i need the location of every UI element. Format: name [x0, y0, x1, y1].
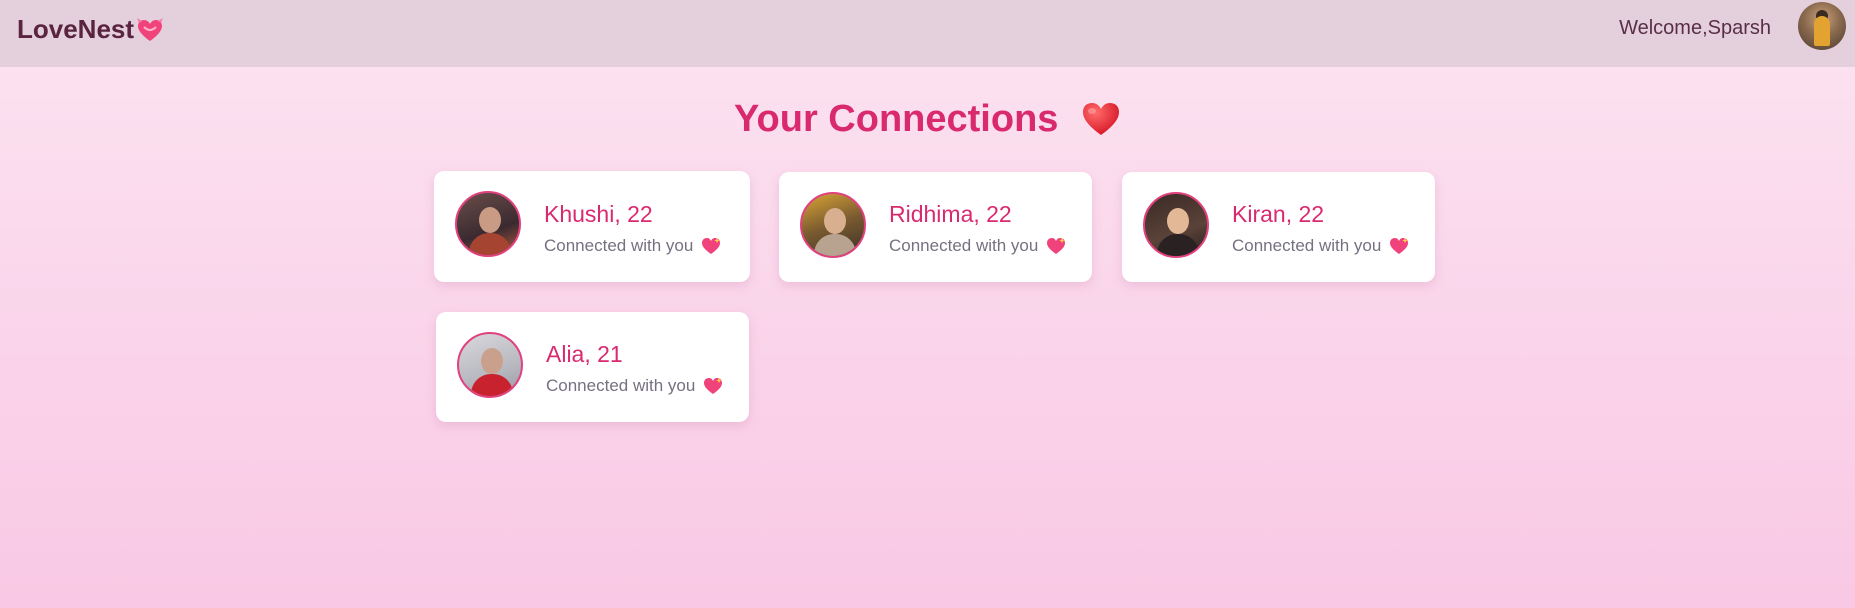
- connection-card[interactable]: Ridhima, 22 Connected with you: [779, 172, 1092, 282]
- page-title: Your Connections: [0, 98, 1855, 141]
- avatar-face: [481, 348, 503, 374]
- connection-status-text: Connected with you: [544, 236, 694, 255]
- welcome-message: Welcome,Sparsh: [1619, 17, 1771, 39]
- connection-status: Connected with you: [546, 376, 723, 396]
- avatar-body: [471, 374, 513, 396]
- page-title-text: Your Connections: [734, 98, 1059, 140]
- sparkling-heart-icon: [1047, 238, 1066, 254]
- connection-avatar: [800, 192, 866, 258]
- connection-name: Alia, 21: [546, 341, 623, 367]
- connection-card[interactable]: Khushi, 22 Connected with you: [434, 171, 750, 282]
- red-heart-icon: [1082, 103, 1119, 135]
- user-avatar[interactable]: [1798, 2, 1846, 50]
- connection-status: Connected with you: [889, 236, 1066, 256]
- connection-card[interactable]: Alia, 21 Connected with you: [436, 312, 749, 422]
- connection-status-text: Connected with you: [889, 236, 1039, 255]
- sparkling-heart-icon: [1390, 238, 1409, 254]
- connection-status: Connected with you: [544, 236, 721, 256]
- sparkling-heart-icon: [702, 238, 721, 254]
- connection-avatar: [455, 191, 521, 257]
- connection-avatar: [457, 332, 523, 398]
- heart-ribbon-icon: [137, 17, 164, 41]
- avatar-face: [1167, 208, 1189, 234]
- connection-name: Khushi, 22: [544, 201, 653, 227]
- avatar-face: [479, 207, 501, 233]
- navbar: LoveNest Welcome,Sparsh: [0, 0, 1855, 67]
- connection-status: Connected with you: [1232, 236, 1409, 256]
- connection-card[interactable]: Kiran, 22 Connected with you: [1122, 172, 1435, 282]
- avatar-body: [1157, 234, 1199, 256]
- connection-status-text: Connected with you: [1232, 236, 1382, 255]
- brand-name: LoveNest: [17, 14, 135, 44]
- connection-avatar: [1143, 192, 1209, 258]
- avatar-figure: [1814, 16, 1830, 46]
- avatar-body: [469, 233, 511, 255]
- brand-logo[interactable]: LoveNest: [17, 14, 164, 45]
- connection-name: Ridhima, 22: [889, 201, 1012, 227]
- connection-status-text: Connected with you: [546, 376, 696, 395]
- avatar-face: [824, 208, 846, 234]
- sparkling-heart-icon: [704, 378, 723, 394]
- avatar-body: [814, 234, 856, 256]
- connection-name: Kiran, 22: [1232, 201, 1325, 227]
